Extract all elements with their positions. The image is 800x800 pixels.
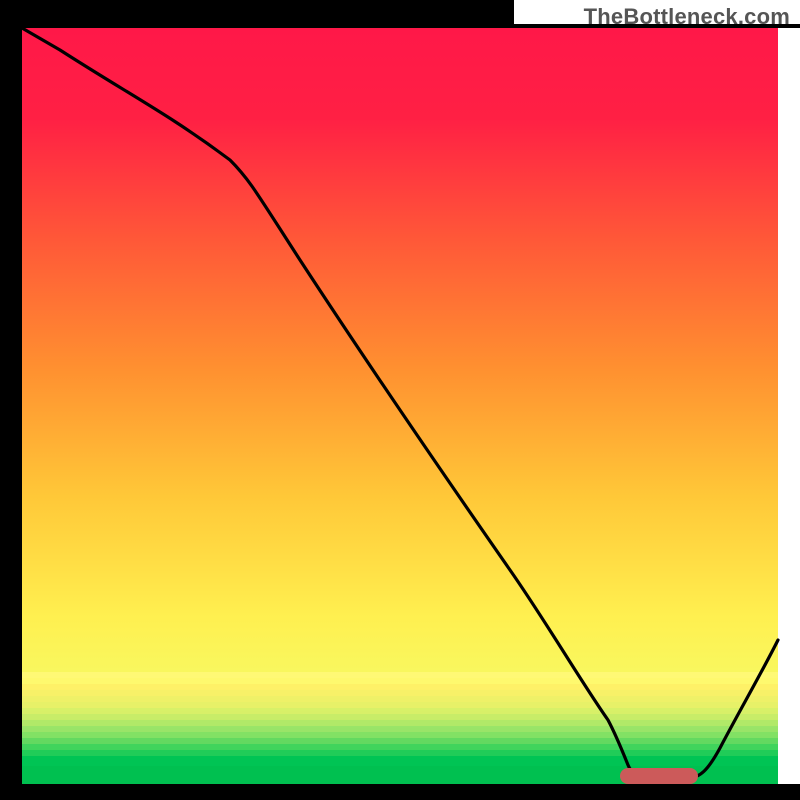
watermark-text: TheBottleneck.com — [584, 4, 790, 30]
lower-transition-bands — [22, 672, 778, 784]
chart-svg — [0, 0, 800, 800]
plot-gradient-background — [22, 28, 778, 784]
optimal-marker — [620, 768, 698, 784]
chart-container: TheBottleneck.com — [0, 0, 800, 800]
